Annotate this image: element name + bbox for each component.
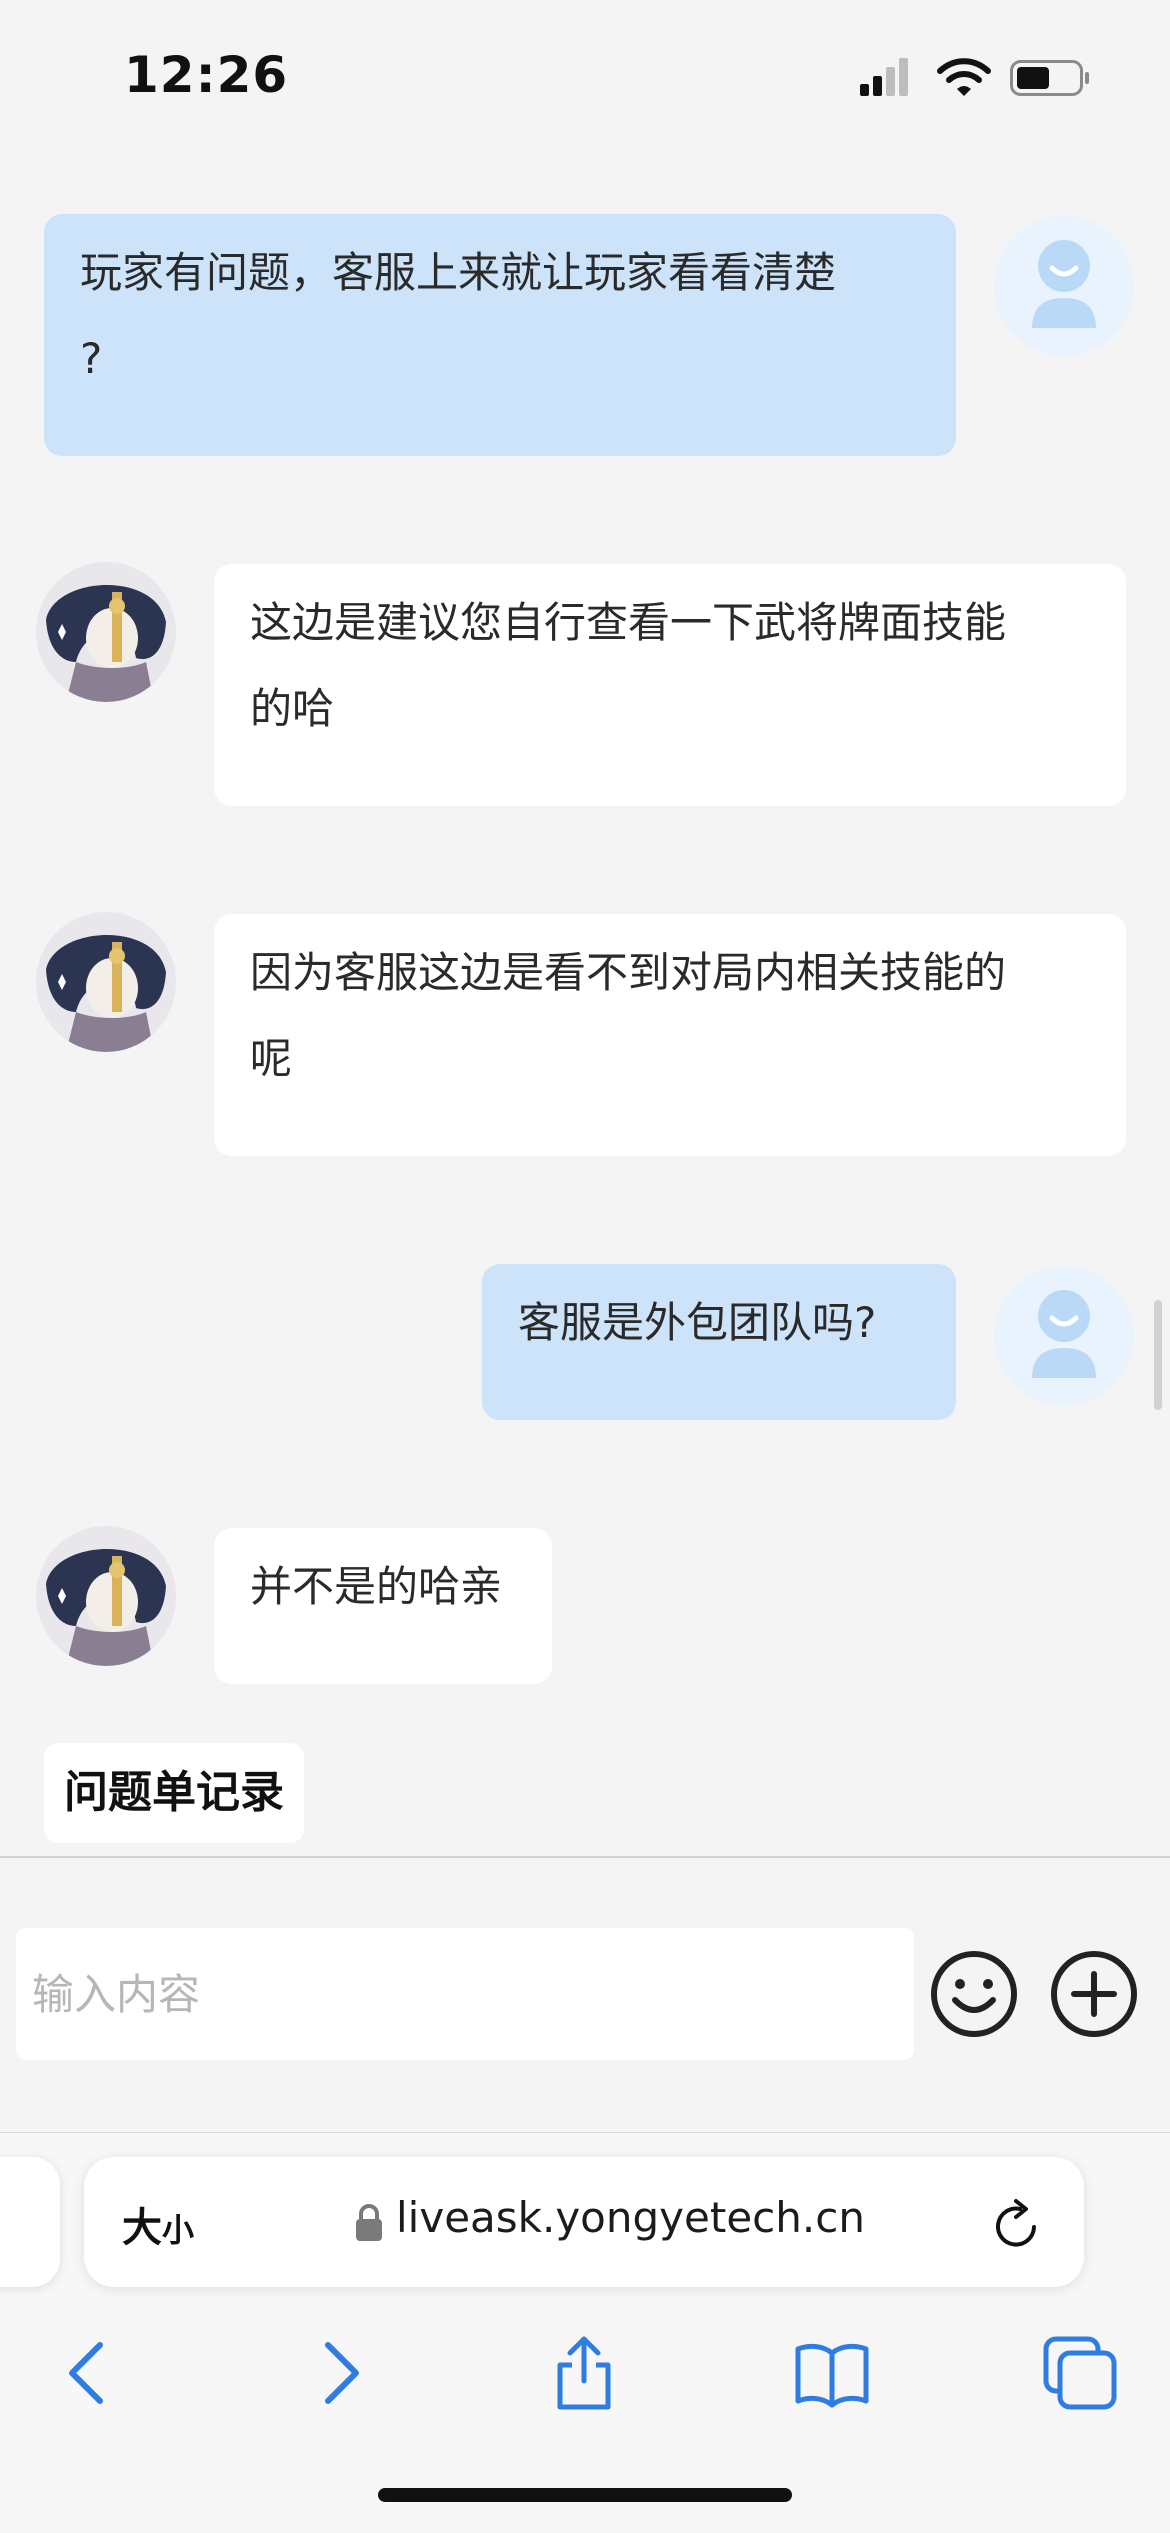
- message-line: 并不是的哈亲: [250, 1562, 503, 1611]
- share-icon[interactable]: [544, 2333, 624, 2413]
- status-bar: 12:26: [0, 0, 1170, 150]
- chat-area[interactable]: 玩家有问题，客服上来就让玩家看看清楚 ? 这边是建议您自行查看一下武将牌面技能 …: [0, 150, 1170, 1856]
- tabs-icon[interactable]: [1040, 2333, 1120, 2413]
- message-line: 这边是建议您自行查看一下武将牌面技能: [250, 598, 1007, 647]
- agent-avatar-image: [36, 912, 176, 1052]
- message-line: 呢: [250, 1034, 293, 1083]
- status-time: 12:26: [124, 46, 289, 104]
- user-avatar: [994, 216, 1134, 356]
- agent-message-bubble: 这边是建议您自行查看一下武将牌面技能 的哈: [214, 564, 1126, 806]
- agent-avatar-image: [36, 1526, 176, 1666]
- home-indicator: [378, 2488, 792, 2502]
- text-size-button[interactable]: 大小: [122, 2195, 194, 2253]
- agent-avatar: [36, 1526, 176, 1666]
- browser-toolbar: [0, 2303, 1170, 2433]
- message-line: 的哈: [250, 684, 335, 733]
- back-icon[interactable]: [48, 2333, 128, 2413]
- reload-icon[interactable]: [990, 2197, 1046, 2253]
- signal-icon: [860, 58, 908, 96]
- agent-avatar: [36, 562, 176, 702]
- input-bar: [0, 1858, 1170, 2130]
- forward-icon[interactable]: [300, 2333, 380, 2413]
- text-size-label-large: 大: [122, 2205, 162, 2251]
- agent-avatar-image: [36, 562, 176, 702]
- wifi-icon: [937, 58, 991, 96]
- agent-message-bubble: 并不是的哈亲: [214, 1528, 552, 1684]
- user-avatar-icon: [1032, 1290, 1096, 1378]
- scrollbar[interactable]: [1154, 1300, 1162, 1410]
- message-input[interactable]: [16, 1928, 914, 2060]
- bookmarks-icon[interactable]: [792, 2333, 872, 2413]
- user-message-bubble: 玩家有问题，客服上来就让玩家看看清楚 ?: [44, 214, 956, 456]
- previous-tab-card[interactable]: [0, 2157, 60, 2287]
- ticket-record-button[interactable]: 问题单记录: [44, 1743, 304, 1843]
- text-size-label-small: 小: [162, 2211, 195, 2249]
- smiley-icon[interactable]: [928, 1948, 1020, 2040]
- message-line: 玩家有问题，客服上来就让玩家看看清楚: [80, 248, 837, 297]
- agent-avatar: [36, 912, 176, 1052]
- agent-message-bubble: 因为客服这边是看不到对局内相关技能的 呢: [214, 914, 1126, 1156]
- message-line: ?: [80, 334, 103, 383]
- address-bar[interactable]: 大小 liveask.yongyetech.cn: [84, 2157, 1084, 2287]
- url-text: liveask.yongyetech.cn: [396, 2193, 865, 2242]
- user-avatar-icon: [1032, 240, 1096, 328]
- plus-circle-icon[interactable]: [1048, 1948, 1140, 2040]
- user-message-bubble: 客服是外包团队吗?: [482, 1264, 956, 1420]
- message-line: 因为客服这边是看不到对局内相关技能的: [250, 948, 1007, 997]
- battery-icon: [1010, 60, 1089, 96]
- browser-chrome: 大小 liveask.yongyetech.cn: [0, 2132, 1170, 2533]
- lock-icon: [356, 2204, 382, 2241]
- message-line: 客服是外包团队吗?: [518, 1298, 877, 1347]
- user-avatar: [994, 1266, 1134, 1406]
- status-icons: [860, 58, 1089, 96]
